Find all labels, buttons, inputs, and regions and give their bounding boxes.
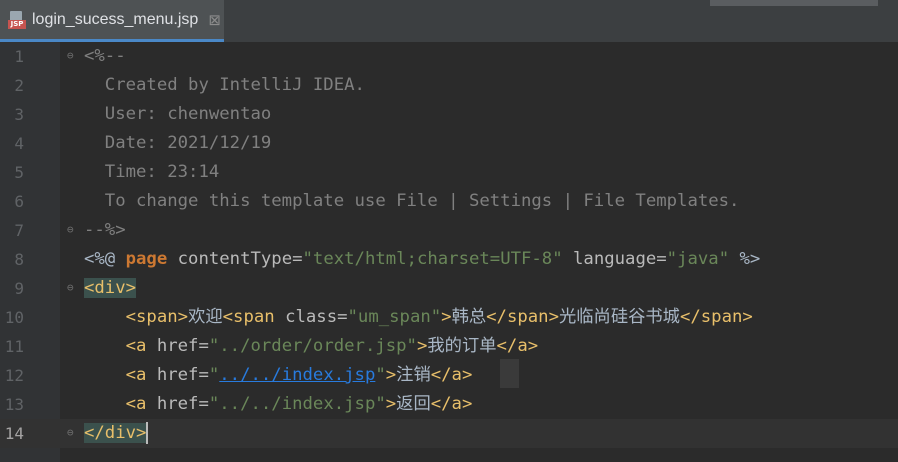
fold-icon[interactable]: ⊖ [67,50,77,61]
comment-text: To change this template use File | Setti… [84,191,740,211]
line-number: 2 [14,76,24,95]
code-line: 10 <span>欢迎<span class="um_span">韩总</spa… [0,303,898,332]
jsp-file-icon: JSP [8,10,26,29]
line-number: 6 [14,192,24,211]
div-open-tag: <div> [84,278,137,298]
line-number: 1 [14,47,24,66]
tab-login-sucess-menu[interactable]: JSP login_sucess_menu.jsp ⊠ [0,0,224,42]
fold-icon[interactable]: ⊖ [67,282,77,293]
code-line: 11 <a href="../order/order.jsp">我的订单</a> [0,332,898,361]
line-number: 7 [14,221,24,240]
code-line: 12 <a href="../../index.jsp">注销</a> [0,361,898,390]
line-number: 11 [4,337,24,356]
line-number: 12 [4,366,24,385]
code-line: 13 <a href="../../index.jsp">返回</a> [0,390,898,419]
code-line: 9 ⊖ <div> [0,274,898,303]
code-line: 1 ⊖ <%-- [0,42,898,71]
line-number: 9 [14,279,24,298]
comment-text: Date: 2021/12/19 [84,133,272,153]
index-jsp-link[interactable]: ../../index.jsp [219,365,375,385]
fold-icon[interactable]: ⊖ [67,427,77,438]
fold-icon[interactable]: ⊖ [67,224,77,235]
code-line: 6 To change this template use File | Set… [0,187,898,216]
comment-close: --%> [84,220,126,240]
code-line: 5 Time: 23:14 [0,158,898,187]
code-line: 4 Date: 2021/12/19 [0,129,898,158]
code-line-current: 14 ⊖ </div> [0,419,898,448]
comment-text: Created by IntelliJ IDEA. [84,75,365,95]
line-number: 10 [4,308,24,327]
line-number: 13 [4,395,24,414]
line-number: 3 [14,105,24,124]
comment-open: <%-- [84,46,126,66]
line-number: 14 [4,424,24,443]
ide-window: JSP login_sucess_menu.jsp ⊠ 1 ⊖ <%-- 2 C… [0,0,898,462]
close-tab-icon[interactable]: ⊠ [208,11,221,29]
div-close-tag: </div> [84,423,147,443]
line-number: 5 [14,163,24,182]
line-number: 8 [14,250,24,269]
code-line: 2 Created by IntelliJ IDEA. [0,71,898,100]
editor-tab-bar: JSP login_sucess_menu.jsp ⊠ [0,0,898,43]
comment-text: User: chenwentao [84,104,272,124]
code-line: 7 ⊖ --%> [0,216,898,245]
line-number: 4 [14,134,24,153]
scroll-indicator [710,0,878,6]
code-editor[interactable]: 1 ⊖ <%-- 2 Created by IntelliJ IDEA. 3 U… [0,42,898,462]
text-caret [146,422,149,444]
code-line: 3 User: chenwentao [0,100,898,129]
tab-filename: login_sucess_menu.jsp [32,10,199,28]
comment-text: Time: 23:14 [84,162,220,182]
code-line: 8 <%@ page contentType="text/html;charse… [0,245,898,274]
